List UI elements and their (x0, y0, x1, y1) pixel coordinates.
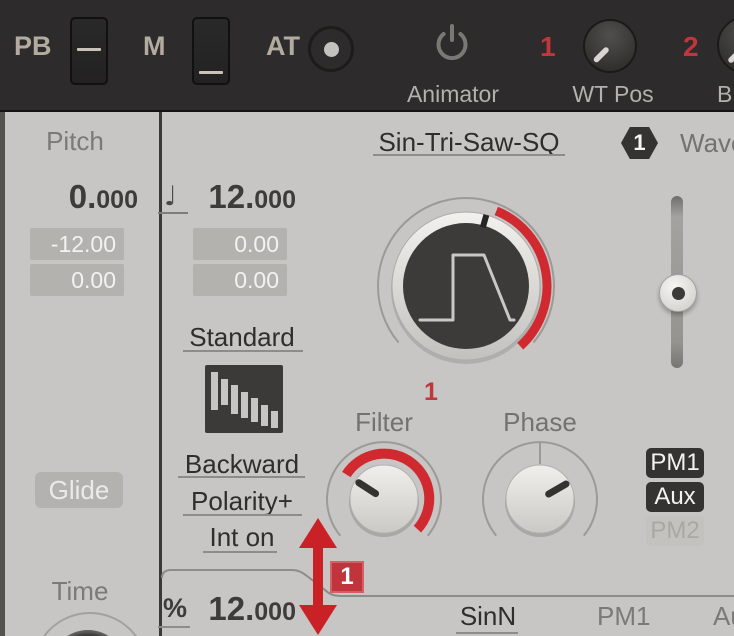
modwheel-label: M (143, 31, 166, 61)
wt-slider-handle[interactable] (659, 274, 697, 312)
wtpos-label: WT Pos (572, 81, 654, 107)
wave-knob-slot-number: 1 (424, 378, 438, 406)
mode-select[interactable]: Standard (161, 322, 323, 353)
fader-position-line (77, 48, 101, 51)
spectrum-bar (251, 398, 258, 422)
mode-underline (183, 350, 303, 352)
pitchbend-label: PB (14, 31, 52, 61)
knob-body (505, 464, 575, 534)
pitchbend-fader[interactable] (70, 17, 108, 85)
pitch-down-field[interactable]: -12.00 (30, 228, 124, 260)
osc2-pm1-label: PM1 (597, 601, 651, 631)
animator-label: Animator (406, 81, 500, 107)
power-icon[interactable] (430, 20, 474, 66)
tune-value[interactable]: 12.000 (192, 178, 296, 216)
pitch-label: Pitch (46, 126, 104, 156)
polarity-select[interactable]: Polarity+ (161, 486, 323, 517)
osc-detune-field-2[interactable]: 0.00 (193, 264, 287, 296)
bend-knob-partial[interactable] (715, 14, 734, 76)
sidebar-divider (159, 112, 162, 636)
osc-detune-field-1[interactable]: 0.00 (193, 228, 287, 260)
pitch-up-field[interactable]: 0.00 (30, 264, 124, 296)
synth-window: PB M AT Animator 1 WT Pos 2 B Pitch 0.00… (0, 0, 734, 636)
pitch-value-frac: 000 (96, 186, 138, 214)
wave-section-label: Wave (680, 128, 734, 158)
spectrum-bar (231, 385, 238, 414)
osc2-percent-icon[interactable]: % (163, 593, 187, 624)
glide-button[interactable]: Glide (35, 472, 123, 508)
wave-knob[interactable] (371, 191, 561, 381)
osc-wave-title-underline (373, 154, 565, 156)
phase-knob[interactable] (475, 434, 605, 564)
panel-left-edge (0, 112, 5, 636)
spectrum-icon[interactable] (205, 365, 283, 433)
knob-body (349, 464, 419, 534)
osc2-value[interactable]: 12.000 (196, 590, 296, 628)
slider-handle-dot (671, 286, 685, 300)
spectrum-bar (261, 405, 268, 426)
spectrum-bar (271, 411, 278, 428)
polarity-underline (183, 514, 302, 516)
annotation-badge: 1 (330, 561, 364, 593)
arrow-shaft (313, 544, 323, 609)
bend-label-partial: B (717, 81, 733, 107)
spectrum-bar (221, 379, 228, 405)
osc2-wave-select[interactable]: SinN (448, 601, 528, 632)
pm1-toggle[interactable]: PM1 (646, 448, 704, 478)
spectrum-bar (241, 392, 248, 418)
interpolation-underline (203, 551, 277, 553)
aux-toggle[interactable]: Aux (646, 482, 704, 512)
osc2-percent-underline (158, 626, 190, 628)
tune-note-icon[interactable]: ♩ (164, 181, 177, 212)
knob-face (403, 223, 529, 349)
wtpos-knob[interactable] (582, 18, 638, 74)
arrowhead-down (299, 605, 337, 635)
knob-pointer-notch (479, 214, 490, 229)
aftertouch-label: AT (266, 31, 300, 61)
osc2-value-int: 12. (208, 590, 255, 627)
slot-1-number: 1 (540, 31, 556, 62)
tune-note-underline (158, 212, 188, 214)
pitch-value-int: 0. (68, 178, 97, 215)
tune-value-int: 12. (208, 178, 255, 215)
slot-2-number: 2 (683, 31, 699, 62)
osc2-value-frac: 000 (254, 598, 296, 626)
aftertouch-dot (323, 41, 339, 57)
pitch-value[interactable]: 0.000 (20, 178, 138, 216)
slot-badge-hexagon: 1 (621, 127, 658, 159)
osc2-wave-underline (456, 632, 518, 634)
fader-position-line (199, 71, 223, 74)
pm2-toggle[interactable]: PM2 (646, 516, 704, 546)
modwheel-fader[interactable] (192, 17, 230, 85)
spectrum-bar (211, 372, 218, 410)
knob-body (717, 18, 734, 72)
arrowhead-up (299, 518, 337, 548)
direction-underline (178, 476, 305, 478)
time-label: Time (51, 576, 109, 606)
knob-body (583, 19, 637, 73)
osc2-aux-label-partial: Au (713, 601, 734, 631)
topbar: PB M AT Animator 1 WT Pos 2 B (0, 0, 734, 112)
tune-value-frac: 000 (254, 186, 296, 214)
aftertouch-control[interactable] (308, 26, 354, 72)
